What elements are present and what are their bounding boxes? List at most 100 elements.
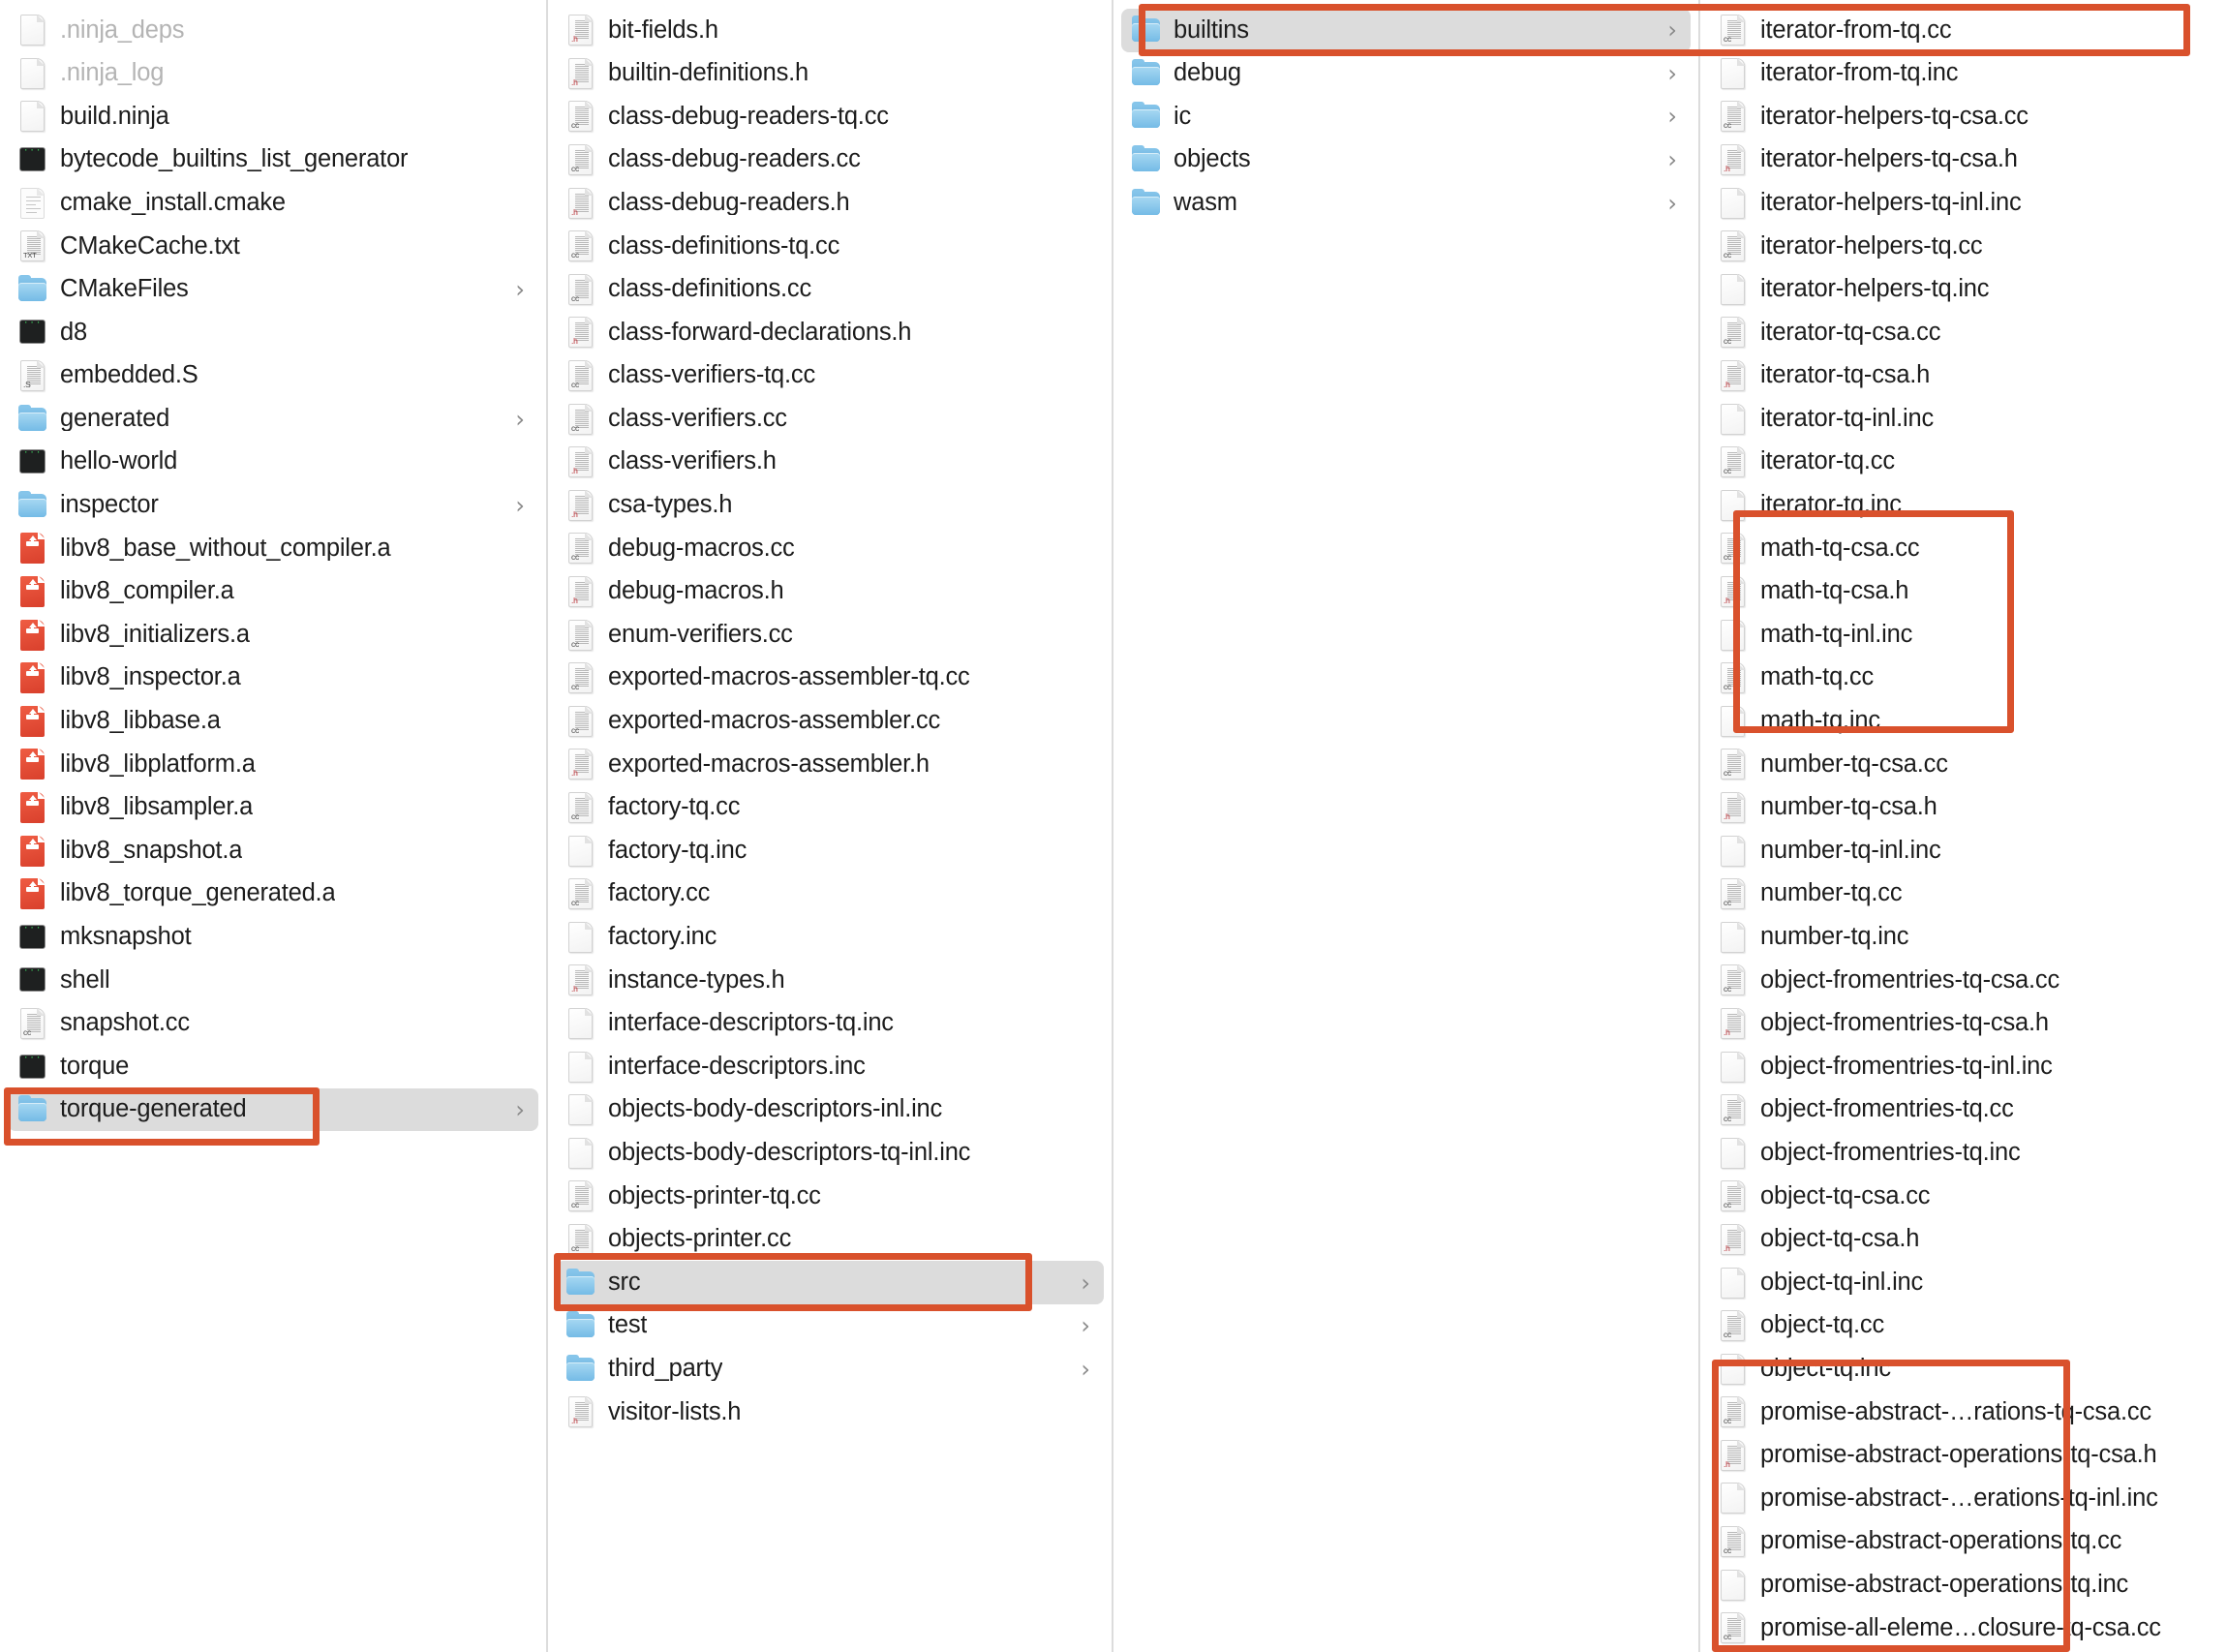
file-row[interactable]: libv8_torque_generated.a <box>8 872 538 916</box>
file-row[interactable]: cc class-verifiers.cc <box>556 397 1104 441</box>
file-row[interactable]: .h math-tq-csa.h <box>1708 570 2219 614</box>
file-row[interactable]: TXT CMakeCache.txt <box>8 225 538 268</box>
chevron-right-icon[interactable]: › <box>1081 1271 1090 1295</box>
chevron-right-icon[interactable]: › <box>1667 18 1677 42</box>
finder-column-out-dir[interactable]: .ninja_deps .ninja_log build.ninja bytecode… <box>0 0 548 1652</box>
file-row[interactable]: object-fromentries-tq.inc <box>1708 1131 2219 1175</box>
file-row[interactable]: iterator-helpers-tq-inl.inc <box>1708 181 2219 225</box>
chevron-right-icon[interactable]: › <box>1667 192 1677 215</box>
file-row[interactable]: cc promise-abstract-…rations-tq-csa.cc <box>1708 1391 2219 1434</box>
file-row[interactable]: .h class-forward-declarations.h <box>556 311 1104 354</box>
file-row[interactable]: bytecode_builtins_list_generator <box>8 138 538 182</box>
file-row[interactable]: cc object-tq.cc <box>1708 1304 2219 1348</box>
folder-row[interactable]: test › <box>556 1304 1104 1348</box>
file-row[interactable]: cc promise-abstract-operations-tq.cc <box>1708 1520 2219 1564</box>
file-row[interactable]: .h number-tq-csa.h <box>1708 786 2219 830</box>
folder-row[interactable]: src › <box>556 1261 1104 1304</box>
file-row[interactable]: cc number-tq-csa.cc <box>1708 743 2219 786</box>
file-row[interactable]: .ninja_deps <box>8 9 538 52</box>
file-row[interactable]: interface-descriptors-tq.inc <box>556 1002 1104 1046</box>
file-row[interactable]: cc math-tq.cc <box>1708 657 2219 700</box>
chevron-right-icon[interactable]: › <box>1667 62 1677 85</box>
file-row[interactable]: cc class-debug-readers.cc <box>556 138 1104 182</box>
finder-column-torque-generated[interactable]: .h bit-fields.h .h builtin-definitions.h cc c… <box>548 0 1114 1652</box>
file-row[interactable]: cc debug-macros.cc <box>556 527 1104 570</box>
file-row[interactable]: .h promise-abstract-operations-tq-csa.h <box>1708 1434 2219 1478</box>
file-row[interactable]: libv8_compiler.a <box>8 570 538 614</box>
folder-row[interactable]: debug › <box>1121 52 1691 96</box>
file-row[interactable]: .h iterator-helpers-tq-csa.h <box>1708 138 2219 182</box>
file-row[interactable]: d8 <box>8 311 538 354</box>
file-row[interactable]: .h bit-fields.h <box>556 9 1104 52</box>
file-row[interactable]: objects-body-descriptors-inl.inc <box>556 1088 1104 1132</box>
file-row[interactable]: .h iterator-tq-csa.h <box>1708 354 2219 398</box>
file-row[interactable]: math-tq-inl.inc <box>1708 613 2219 657</box>
file-row[interactable]: .h visitor-lists.h <box>556 1391 1104 1434</box>
file-row[interactable]: libv8_base_without_compiler.a <box>8 527 538 570</box>
folder-row[interactable]: builtins › <box>1121 9 1691 52</box>
file-row[interactable]: cc enum-verifiers.cc <box>556 613 1104 657</box>
file-row[interactable]: cc math-tq-csa.cc <box>1708 527 2219 570</box>
file-row[interactable]: promise-abstract-…erations-tq-inl.inc <box>1708 1477 2219 1520</box>
file-row[interactable]: libv8_inspector.a <box>8 657 538 700</box>
folder-row[interactable]: inspector › <box>8 484 538 528</box>
file-row[interactable]: iterator-helpers-tq.inc <box>1708 268 2219 312</box>
file-row[interactable]: libv8_initializers.a <box>8 613 538 657</box>
file-row[interactable]: math-tq.inc <box>1708 700 2219 744</box>
file-row[interactable]: libv8_libplatform.a <box>8 743 538 786</box>
file-row[interactable]: shell <box>8 959 538 1002</box>
file-row[interactable]: .h csa-types.h <box>556 484 1104 528</box>
file-row[interactable]: .S embedded.S <box>8 354 538 398</box>
file-row[interactable]: cc objects-printer-tq.cc <box>556 1175 1104 1218</box>
file-row[interactable]: cc class-verifiers-tq.cc <box>556 354 1104 398</box>
file-row[interactable]: cc object-fromentries-tq-csa.cc <box>1708 959 2219 1002</box>
file-row[interactable]: number-tq.inc <box>1708 915 2219 959</box>
chevron-right-icon[interactable]: › <box>515 1098 525 1121</box>
file-row[interactable]: libv8_libbase.a <box>8 700 538 744</box>
file-row[interactable]: .h object-fromentries-tq-csa.h <box>1708 1002 2219 1046</box>
file-row[interactable]: cc iterator-tq-csa.cc <box>1708 311 2219 354</box>
file-row[interactable]: cc factory.cc <box>556 872 1104 916</box>
file-row[interactable]: factory-tq.inc <box>556 829 1104 872</box>
file-row[interactable]: cc object-fromentries-tq.cc <box>1708 1088 2219 1132</box>
chevron-right-icon[interactable]: › <box>1081 1358 1090 1381</box>
file-row[interactable]: cc iterator-helpers-tq.cc <box>1708 225 2219 268</box>
file-row[interactable]: cc class-definitions-tq.cc <box>556 225 1104 268</box>
chevron-right-icon[interactable]: › <box>1081 1314 1090 1337</box>
file-row[interactable]: hello-world <box>8 441 538 484</box>
file-row[interactable]: cc snapshot.cc <box>8 1002 538 1046</box>
file-row[interactable]: factory.inc <box>556 915 1104 959</box>
file-row[interactable]: libv8_snapshot.a <box>8 829 538 872</box>
file-row[interactable]: iterator-tq.inc <box>1708 484 2219 528</box>
folder-row[interactable]: wasm › <box>1121 181 1691 225</box>
file-row[interactable]: cc exported-macros-assembler.cc <box>556 700 1104 744</box>
file-row[interactable]: .h class-debug-readers.h <box>556 181 1104 225</box>
folder-row[interactable]: objects › <box>1121 138 1691 182</box>
file-row[interactable]: .h builtin-definitions.h <box>556 52 1104 96</box>
chevron-right-icon[interactable]: › <box>515 494 525 517</box>
chevron-right-icon[interactable]: › <box>1667 148 1677 171</box>
finder-column-src[interactable]: builtins › debug › ic › objects › wasm › <box>1114 0 1700 1652</box>
file-row[interactable]: object-tq.inc <box>1708 1347 2219 1391</box>
file-row[interactable]: .h exported-macros-assembler.h <box>556 743 1104 786</box>
folder-row[interactable]: CMakeFiles › <box>8 268 538 312</box>
chevron-right-icon[interactable]: › <box>1667 105 1677 128</box>
file-row[interactable]: cc iterator-from-tq.cc <box>1708 9 2219 52</box>
file-row[interactable]: mksnapshot <box>8 915 538 959</box>
file-row[interactable]: torque <box>8 1045 538 1088</box>
folder-row[interactable]: torque-generated › <box>8 1087 538 1132</box>
file-row[interactable]: objects-body-descriptors-tq-inl.inc <box>556 1131 1104 1175</box>
file-row[interactable]: iterator-from-tq.inc <box>1708 52 2219 96</box>
chevron-right-icon[interactable]: › <box>515 278 525 301</box>
file-row[interactable]: cc iterator-tq.cc <box>1708 441 2219 484</box>
file-row[interactable]: .h instance-types.h <box>556 959 1104 1002</box>
file-row[interactable]: cc number-tq.cc <box>1708 872 2219 916</box>
file-row[interactable]: build.ninja <box>8 95 538 138</box>
finder-column-builtins[interactable]: cc iterator-from-tq.cc iterator-from-tq.in… <box>1700 0 2227 1652</box>
file-row[interactable]: .h class-verifiers.h <box>556 441 1104 484</box>
file-row[interactable]: cc objects-printer.cc <box>556 1218 1104 1262</box>
file-row[interactable]: object-fromentries-tq-inl.inc <box>1708 1045 2219 1088</box>
file-row[interactable]: cc object-tq-csa.cc <box>1708 1175 2219 1218</box>
file-row[interactable]: iterator-tq-inl.inc <box>1708 397 2219 441</box>
file-row[interactable]: cc factory-tq.cc <box>556 786 1104 830</box>
